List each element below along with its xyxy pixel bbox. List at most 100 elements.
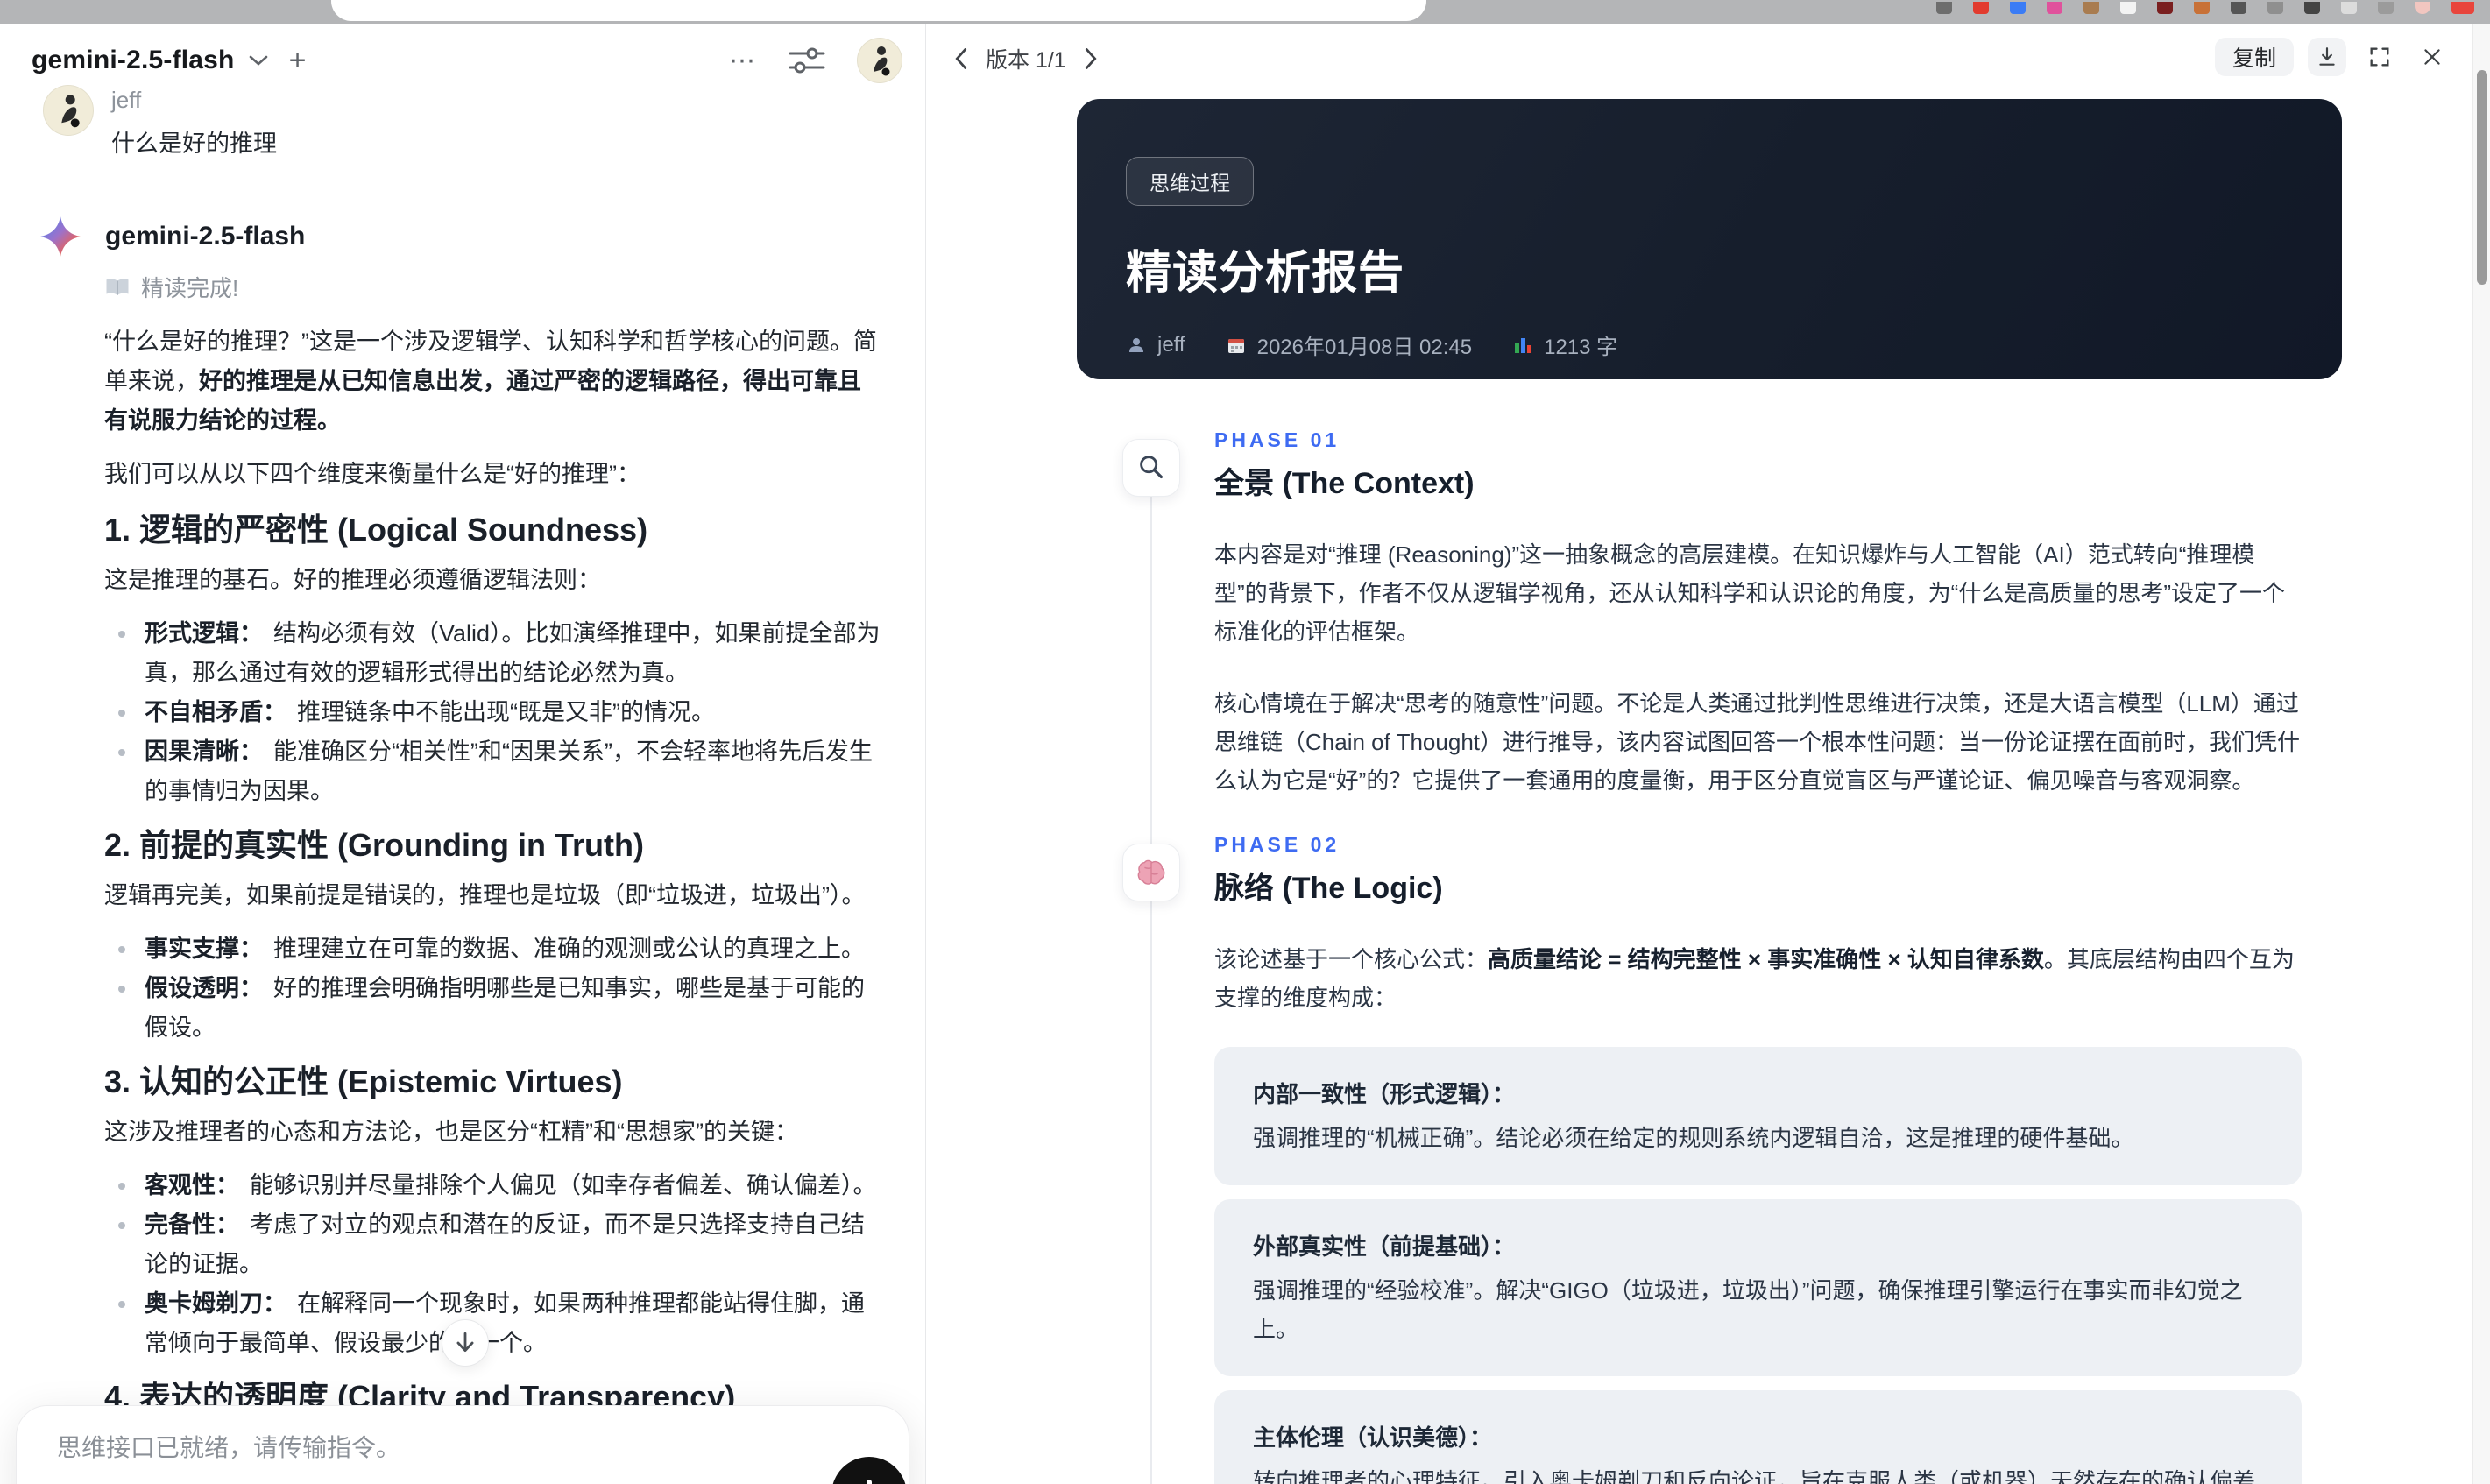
browser-toolbar (0, 0, 2490, 24)
browser-extension-icon[interactable] (2194, 2, 2210, 14)
message-composer[interactable]: 思维接口已就绪，请传输指令。 + (16, 1405, 909, 1484)
assistant-name: gemini-2.5-flash (105, 222, 306, 251)
list-item: 事实支撑： 推理建立在可靠的数据、准确的观测或公认的真理之上。 (104, 929, 884, 969)
list-item: 奥卡姆剃刀： 在解释同一个现象时，如果两种推理都能站得住脚，通常倾向于最简单、假设… (104, 1284, 884, 1363)
chevron-down-icon[interactable] (247, 53, 270, 68)
gemini-star-icon (39, 215, 82, 258)
composer-placeholder[interactable]: 思维接口已就绪，请传输指令。 (57, 1429, 400, 1464)
phase-section-1: PHASE 01 全景 (The Context) 本内容是对“推理 (Reas… (926, 420, 2490, 800)
bar-chart-icon (1515, 337, 1532, 353)
assistant-response-body: “什么是好的推理？”这是一个涉及逻辑学、认知科学和哲学核心的问题。简单来说，好的… (104, 322, 884, 1484)
tune-settings-icon[interactable] (787, 44, 827, 77)
browser-extension-icon[interactable] (2267, 2, 2283, 14)
phase1-paragraph-1: 本内容是对“推理 (Reasoning)”这一抽象概念的高层建模。在知识爆炸与人… (1214, 541, 2285, 645)
calendar-icon (1227, 338, 1244, 353)
phase-title: 全景 (The Context) (1214, 467, 1475, 500)
open-book-icon (104, 276, 131, 299)
browser-extension-icon[interactable] (2304, 2, 2320, 14)
dimension-card-2: 外部真实性（前提基础）： 强调推理的“经验校准”。解决“GIGO（垃圾进，垃圾出… (1214, 1199, 2302, 1376)
copy-button[interactable]: 复制 (2214, 38, 2294, 76)
chevron-left-icon[interactable] (952, 46, 970, 71)
user-name: jeff (111, 87, 142, 113)
preview-panel: 版本 1/1 复制 思维过程 精读分析报告 jeff 2026年01月08日 0… (925, 24, 2490, 1484)
version-label: 版本 1/1 (986, 48, 1066, 73)
section-title-1: 1. 逻辑的严密性 (Logical Soundness) (104, 512, 648, 548)
browser-extension-icon[interactable] (2120, 2, 2136, 14)
browser-extension-icon[interactable] (2047, 2, 2062, 14)
browser-extension-icon[interactable] (1973, 2, 1989, 14)
assistant-message-block: gemini-2.5-flash 精读完成! “什么是好的推理？”这是一个涉及逻… (39, 215, 887, 1484)
bullet-list: 客观性： 能够识别并尽量排除个人偏见（如幸存者偏差、确认偏差）。 完备性： 考虑了对… (104, 1166, 884, 1363)
section-intro-2: 逻辑再完美，如果前提是错误的，推理也是垃圾（即“垃圾进，垃圾出”）。 (104, 882, 866, 908)
dimension-card-1: 内部一致性（形式逻辑）： 强调推理的“机械正确”。结论必须在给定的规则系统内逻辑… (1214, 1047, 2302, 1185)
bullet-list: 形式逻辑： 结构必须有效（Valid）。比如演绎推理中，如果前提全部为真，那么通过… (104, 614, 884, 811)
magnifier-icon (1122, 439, 1180, 497)
browser-extension-icon[interactable] (2157, 2, 2173, 14)
user-message-block: jeff 什么是好的推理 (43, 85, 277, 159)
close-panel-button[interactable] (2413, 38, 2451, 76)
user-avatar (43, 85, 94, 136)
phase1-paragraph-2: 核心情境在于解决“思考的随意性”问题。不论是人类通过批判性思维进行决策，还是大语… (1214, 690, 2301, 794)
status-text: 精读完成! (141, 275, 239, 301)
preview-toolbar: 版本 1/1 复制 (926, 24, 2490, 108)
user-avatar[interactable] (857, 38, 902, 83)
more-options-button[interactable]: ⋯ (729, 46, 757, 76)
list-item: 形式逻辑： 结构必须有效（Valid）。比如演绎推理中，如果前提全部为真，那么通过… (104, 614, 884, 693)
phase-label: PHASE 01 (1214, 428, 1340, 451)
list-item: 客观性： 能够识别并尽量排除个人偏见（如幸存者偏差、确认偏差）。 (104, 1166, 884, 1205)
section-title-3: 3. 认知的公正性 (Epistemic Virtues) (104, 1064, 623, 1099)
person-icon (1129, 337, 1143, 352)
browser-extension-icon[interactable] (2378, 2, 2394, 14)
user-message-text: 什么是好的推理 (111, 131, 277, 157)
browser-profile-avatar[interactable] (2415, 2, 2430, 14)
report-header-card: 思维过程 精读分析报告 jeff 2026年01月08日 02:45 1213 … (1077, 99, 2342, 379)
intro-paragraph: “什么是好的推理？”这是一个涉及逻辑学、认知科学和哲学核心的问题。简单来说，好的… (104, 329, 877, 434)
phase-label: PHASE 02 (1214, 833, 1340, 856)
download-icon (2319, 47, 2335, 66)
arrow-down-icon (456, 1332, 474, 1353)
phase2-lead-paragraph: 该论述基于一个核心公式：高质量结论 = 结构完整性 × 事实准确性 × 认知自律… (1214, 946, 2295, 1011)
section-intro-3: 这涉及推理者的心态和方法论，也是区分“杠精”和“思想家”的关键： (104, 1119, 798, 1145)
report-body: PHASE 01 全景 (The Context) 本内容是对“推理 (Reas… (926, 420, 2490, 1484)
expand-button[interactable] (2360, 38, 2399, 76)
chevron-right-icon[interactable] (1082, 46, 1100, 71)
expand-icon (2370, 47, 2389, 67)
ink-runner-avatar-art (874, 46, 890, 76)
section-intro-1: 这是推理的基石。好的推理必须遵循逻辑法则： (104, 567, 601, 593)
list-item: 因果清晰： 能准确区分“相关性”和“因果关系”，不会轻率地将先后发生的事情归为因果… (104, 732, 884, 811)
browser-extension-icon[interactable] (2010, 2, 2026, 14)
word-count-meta: 1213 字 (1512, 329, 1617, 360)
phase-title: 脉络 (The Logic) (1214, 872, 1443, 905)
browser-extension-icon[interactable] (2083, 2, 2099, 14)
lead-paragraph: 我们可以从以下四个维度来衡量什么是“好的推理”： (104, 461, 640, 487)
preview-scrollbar[interactable] (2472, 24, 2490, 1484)
voice-input-button[interactable] (831, 1457, 907, 1484)
model-selector[interactable]: gemini-2.5-flash (32, 46, 235, 75)
report-meta: jeff 2026年01月08日 02:45 1213 字 (1126, 329, 2293, 360)
report-title: 精读分析报告 (1126, 248, 1405, 299)
thought-process-badge: 思维过程 (1126, 157, 1254, 206)
browser-extension-icon[interactable] (2231, 2, 2246, 14)
scroll-to-bottom-button[interactable] (442, 1319, 489, 1367)
phase-section-2: PHASE 02 脉络 (The Logic) 该论述基于一个核心公式：高质量结… (926, 824, 2490, 1484)
list-item: 不自相矛盾： 推理链条中不能出现“既是又非”的情况。 (104, 693, 884, 732)
chat-panel: gemini-2.5-flash + ⋯ jeff 什么是好的推理 gemini… (0, 24, 925, 1484)
dimension-card-3: 主体伦理（认识美德）： 转向推理者的心理特征。引入奥卡姆剃刀和反向论证，旨在克服… (1214, 1390, 2302, 1484)
app-window: gemini-2.5-flash + ⋯ jeff 什么是好的推理 gemini… (0, 24, 2490, 1484)
date-meta: 2026年01月08日 02:45 (1226, 329, 1472, 360)
browser-address-bar[interactable] (331, 0, 1426, 21)
browser-extension-icon[interactable] (2451, 2, 2474, 14)
section-title-2: 2. 前提的真实性 (Grounding in Truth) (104, 827, 644, 863)
brain-icon (1122, 844, 1180, 901)
download-button[interactable] (2308, 38, 2346, 76)
new-chat-button[interactable]: + (289, 46, 307, 75)
assistant-status-line: 精读完成! (104, 271, 887, 303)
version-navigator: 版本 1/1 (952, 43, 1100, 74)
scrollbar-thumb[interactable] (2477, 70, 2487, 285)
browser-extension-icon[interactable] (2341, 2, 2357, 14)
close-icon (2424, 49, 2440, 65)
bullet-list: 事实支撑： 推理建立在可靠的数据、准确的观测或公认的真理之上。 假设透明： 好的推理… (104, 929, 884, 1048)
list-item: 完备性： 考虑了对立的观点和潜在的反证，而不是只选择支持自己结论的证据。 (104, 1205, 884, 1284)
author-meta: jeff (1126, 333, 1185, 357)
browser-extension-icon[interactable] (1936, 2, 1952, 14)
